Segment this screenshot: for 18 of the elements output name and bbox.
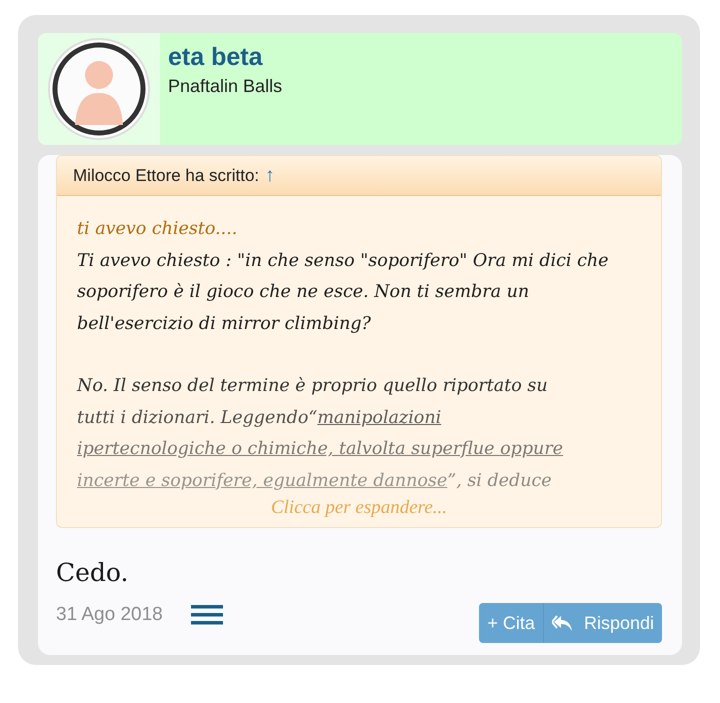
quote-text: tutti i dizionari. Leggendo“ bbox=[77, 408, 318, 428]
quote-title: ti avevo chiesto.... bbox=[77, 218, 238, 241]
quote-link[interactable]: manipolazioni bbox=[317, 408, 442, 428]
menu-icon[interactable] bbox=[190, 604, 223, 626]
post-date: 31 Ago 2018 bbox=[56, 604, 163, 626]
quote-paragraph: Ti avevo chiesto : "in che senso "soporifero" Ora mi dici che soporifero è il gioco che ne esce. Non ti sembra un bell'esercizio di mirror climbing? bbox=[77, 250, 610, 336]
quote-text: ”, si deduce bbox=[447, 470, 552, 490]
jump-link[interactable]: ↑ bbox=[265, 165, 275, 187]
quote-link[interactable]: ipertecnologiche o chimiche, talvolta superflue oppure bbox=[77, 439, 564, 459]
reply-button[interactable]: Rispondi bbox=[542, 603, 662, 643]
quote-link[interactable]: incerte e soporifere, egualmente dannose bbox=[77, 470, 448, 490]
reply-icon bbox=[552, 614, 574, 632]
quote-attribution: Milocco Ettore ha scritto: bbox=[73, 166, 260, 186]
author-title: Pnaftalin Balls bbox=[168, 76, 282, 97]
message-text: Cedo. bbox=[56, 558, 130, 587]
quote-text: No. Il senso del termine è proprio quello riportato su bbox=[77, 376, 548, 396]
author-name[interactable]: eta beta bbox=[168, 43, 282, 72]
quote-button[interactable]: + Cita bbox=[479, 603, 543, 643]
